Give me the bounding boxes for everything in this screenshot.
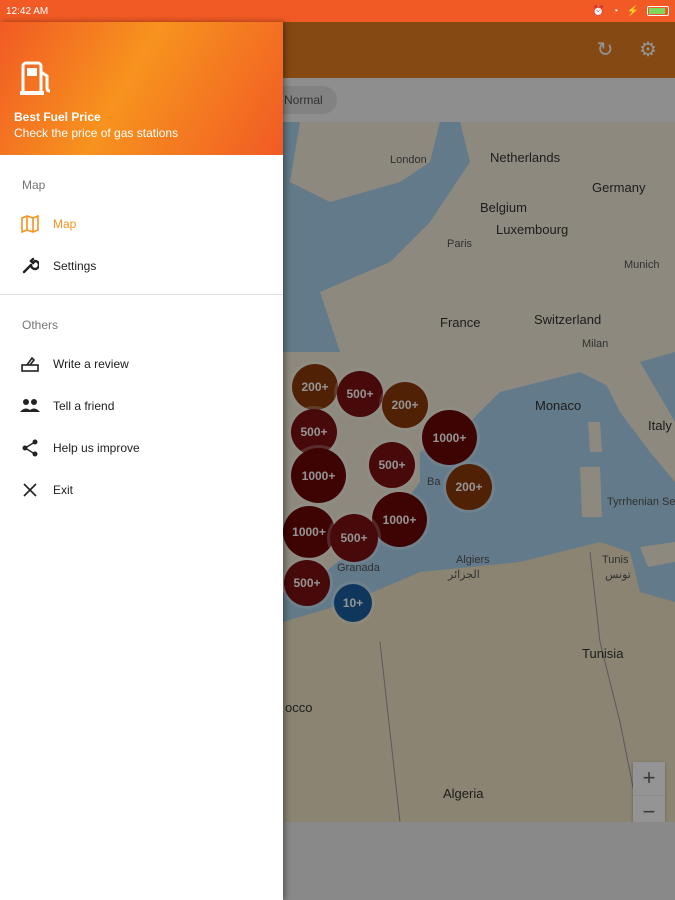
drawer-subtitle: Check the price of gas stations [14, 126, 179, 140]
drawer-title: Best Fuel Price [14, 110, 101, 124]
drawer-item-write-review[interactable]: Write a review [0, 343, 283, 385]
close-icon [20, 480, 40, 500]
drawer-item-label: Write a review [53, 357, 129, 371]
share-icon [20, 438, 40, 458]
navigation-drawer: Best Fuel Price Check the price of gas s… [0, 22, 283, 900]
drawer-item-label: Help us improve [53, 441, 140, 455]
drawer-item-label: Map [53, 217, 77, 231]
charging-icon: ⚡ [626, 5, 639, 17]
wrench-icon [20, 256, 40, 276]
people-icon [20, 396, 40, 416]
status-bar: 12:42 AM ⏰ ◔ ⚡ [0, 0, 675, 22]
map-icon [20, 214, 40, 234]
drawer-item-label: Tell a friend [53, 399, 115, 413]
drawer-item-exit[interactable]: Exit [0, 469, 283, 511]
battery-icon [647, 6, 669, 16]
alarm-icon: ⏰ [592, 5, 605, 17]
drawer-item-map[interactable]: Map [0, 203, 283, 245]
drawer-item-label: Exit [53, 483, 74, 497]
section-label-map: Map [22, 178, 46, 192]
drawer-item-label: Settings [53, 259, 97, 273]
rate-review-icon [20, 354, 40, 374]
section-label-others: Others [22, 318, 59, 332]
wifi-icon: ◔ [612, 5, 619, 17]
drawer-item-tell-friend[interactable]: Tell a friend [0, 385, 283, 427]
drawer-item-settings[interactable]: Settings [0, 245, 283, 287]
drawer-header: Best Fuel Price Check the price of gas s… [0, 22, 283, 155]
drawer-item-help-improve[interactable]: Help us improve [0, 427, 283, 469]
fuel-pump-icon [20, 61, 51, 95]
status-time: 12:42 AM [6, 5, 49, 17]
